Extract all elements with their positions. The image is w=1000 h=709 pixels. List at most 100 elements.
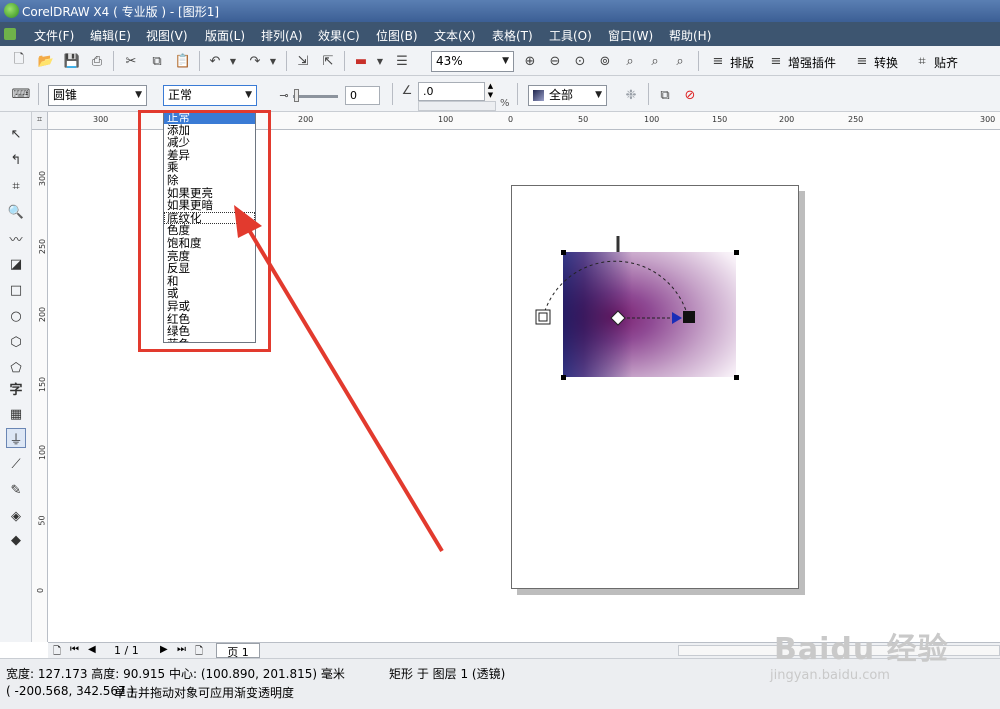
zoom-page-icon[interactable]: ⌕ <box>621 52 639 70</box>
previous-page-icon[interactable]: ◀ <box>88 644 96 655</box>
transparency-target-select[interactable]: 全部 ▼ <box>528 85 607 106</box>
menu-layout[interactable]: 版面(L) <box>205 27 245 44</box>
transparency-slider[interactable] <box>293 95 338 98</box>
outline-tool-icon[interactable]: ✎ <box>6 480 26 500</box>
paste-icon[interactable]: 📋 <box>174 52 192 70</box>
last-page-icon[interactable]: ⏭ <box>177 644 186 655</box>
ruler-label: 0 <box>36 587 46 594</box>
ruler-label: 300 <box>93 115 109 124</box>
selection-handle[interactable] <box>734 250 739 255</box>
menu-text[interactable]: 文本(X) <box>434 27 476 44</box>
undo-dropdown-icon[interactable]: ▼ <box>224 52 242 70</box>
freeze-icon[interactable]: ❉ <box>622 86 640 104</box>
text-tool-icon[interactable]: 字 <box>6 378 26 398</box>
fill-tool-icon[interactable]: ◈ <box>6 506 26 526</box>
zoom-height-icon[interactable]: ⌕ <box>671 52 689 70</box>
menu-view[interactable]: 视图(V) <box>146 27 188 44</box>
first-page-icon[interactable]: ⏮ <box>70 644 79 655</box>
end-node[interactable] <box>683 311 695 323</box>
ruler-label: 0 <box>508 115 514 124</box>
menu-table[interactable]: 表格(T) <box>492 27 533 44</box>
transparency-type-value: 圆锥 <box>53 88 78 102</box>
redo-icon[interactable]: ↷ <box>246 52 264 70</box>
typeset-icon[interactable]: ≡ <box>709 52 727 70</box>
cut-icon[interactable]: ✂ <box>122 52 140 70</box>
print-icon[interactable]: ⎙ <box>88 52 106 70</box>
launcher-dropdown-icon[interactable]: ▼ <box>371 52 389 70</box>
ruler-label: 200 <box>779 115 795 124</box>
plugin-snap[interactable]: 贴齐 <box>934 54 958 71</box>
selection-handle[interactable] <box>561 375 566 380</box>
menu-bitmaps[interactable]: 位图(B) <box>376 27 418 44</box>
interactive-fill-tool-icon[interactable]: ◆ <box>6 530 26 550</box>
zoom-tool-icon[interactable]: 🔍 <box>6 202 26 222</box>
freehand-tool-icon[interactable]: 〰 <box>6 228 26 248</box>
plugin-typeset[interactable]: 排版 <box>730 54 754 71</box>
edge-pad-field[interactable] <box>418 101 496 111</box>
menu-arrange[interactable]: 排列(A) <box>261 27 303 44</box>
zoom-out-icon[interactable]: ⊖ <box>546 52 564 70</box>
undo-icon[interactable]: ↶ <box>206 52 224 70</box>
copy-transparency-icon[interactable]: ⧉ <box>656 86 674 104</box>
eyedropper-tool-icon[interactable]: ⟋ <box>6 454 26 474</box>
ruler-label: 100 <box>438 115 454 124</box>
zoom-all-icon[interactable]: ⊚ <box>596 52 614 70</box>
slider-thumb[interactable] <box>294 89 299 102</box>
page-tab[interactable]: 页 1 <box>216 643 260 659</box>
start-node[interactable] <box>610 310 626 326</box>
export-icon[interactable]: ⇱ <box>319 52 337 70</box>
crop-tool-icon[interactable]: ⌗ <box>6 176 26 196</box>
zoom-selected-icon[interactable]: ⊙ <box>571 52 589 70</box>
transparency-type-select[interactable]: 圆锥 ▼ <box>48 85 147 106</box>
zoom-in-icon[interactable]: ⊕ <box>521 52 539 70</box>
open-icon[interactable]: 📂 <box>37 52 55 70</box>
ruler-origin-icon[interactable]: ⌗ <box>32 112 48 130</box>
chevron-down-icon: ▼ <box>502 56 509 66</box>
zoom-level-select[interactable]: 43% ▼ <box>431 51 514 72</box>
pick-tool-icon[interactable]: ↖ <box>6 124 26 144</box>
menu-edit[interactable]: 编辑(E) <box>90 27 131 44</box>
target-square[interactable] <box>535 309 551 325</box>
gradient-direction-arrow[interactable] <box>672 312 682 324</box>
menu-help[interactable]: 帮助(H) <box>669 27 711 44</box>
menu-effects[interactable]: 效果(C) <box>318 27 360 44</box>
ellipse-tool-icon[interactable]: ○ <box>6 306 26 326</box>
selection-handle[interactable] <box>734 375 739 380</box>
polygon-tool-icon[interactable]: ⬡ <box>6 332 26 352</box>
conical-gradient-controls <box>535 236 695 326</box>
plugin-convert[interactable]: 转换 <box>874 54 898 71</box>
zoom-width-icon[interactable]: ⌕ <box>646 52 664 70</box>
shape-tool-icon[interactable]: ↰ <box>6 150 26 170</box>
angle-unit-label: % <box>500 98 510 109</box>
clear-transparency-icon[interactable]: ⊘ <box>681 86 699 104</box>
menu-file[interactable]: 文件(F) <box>34 27 74 44</box>
redo-dropdown-icon[interactable]: ▼ <box>264 52 282 70</box>
application-launcher-icon[interactable]: ▬ <box>352 52 370 70</box>
angle-spinner[interactable]: ▲ ▼ <box>484 82 496 101</box>
coreldraw-app-icon <box>4 3 19 18</box>
menu-tools[interactable]: 工具(O) <box>549 27 592 44</box>
enhance-plugin-icon[interactable]: ≡ <box>767 52 785 70</box>
highlight-box <box>138 110 271 352</box>
next-page-icon[interactable]: ▶ <box>160 644 168 655</box>
rectangle-tool-icon[interactable]: □ <box>6 280 26 300</box>
interactive-transparency-tool-icon[interactable]: ⏚ <box>6 428 26 448</box>
snap-icon[interactable]: ⌗ <box>913 52 931 70</box>
table-tool-icon[interactable]: ▦ <box>6 404 26 424</box>
ruler-label: 100 <box>644 115 660 124</box>
transparency-value-field[interactable]: 0 <box>345 86 380 105</box>
watermark-logo: Baidu 经验 <box>774 632 949 667</box>
welcome-screen-icon[interactable]: ☰ <box>393 52 411 70</box>
basic-shapes-tool-icon[interactable]: ⬠ <box>6 358 26 378</box>
copy-icon[interactable]: ⧉ <box>148 52 166 70</box>
import-icon[interactable]: ⇲ <box>294 52 312 70</box>
convert-icon[interactable]: ≡ <box>853 52 871 70</box>
ruler-label: 300 <box>38 170 48 187</box>
smart-fill-tool-icon[interactable]: ◪ <box>6 254 26 274</box>
new-icon[interactable]: 🗋 <box>10 52 28 70</box>
menu-window[interactable]: 窗口(W) <box>608 27 653 44</box>
object-info: 矩形 于 图层 1 (透镜) <box>389 667 506 681</box>
plugin-enhance[interactable]: 增强插件 <box>788 54 836 71</box>
merge-mode-select[interactable]: 正常 ▼ <box>163 85 257 106</box>
save-icon[interactable]: 💾 <box>63 52 81 70</box>
